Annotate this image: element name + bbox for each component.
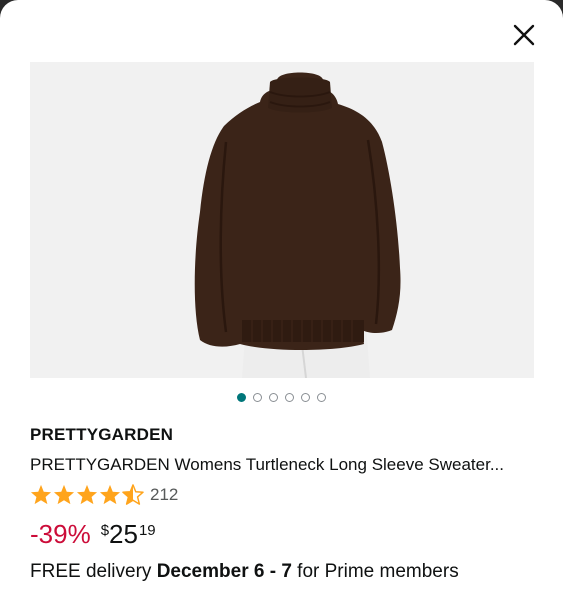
price: $ 25 19 <box>101 518 156 547</box>
delivery-prefix: FREE delivery <box>30 561 157 582</box>
carousel-dot-1[interactable] <box>237 393 246 402</box>
carousel-dot-5[interactable] <box>301 393 310 402</box>
product-image[interactable] <box>30 62 534 378</box>
product-title[interactable]: PRETTYGARDEN Womens Turtleneck Long Slee… <box>30 455 540 475</box>
delivery-dates: December 6 - 7 <box>156 561 292 582</box>
carousel-dot-3[interactable] <box>269 393 278 402</box>
carousel-dot-6[interactable] <box>317 393 326 402</box>
rating-count[interactable]: 212 <box>150 485 178 505</box>
star-icon <box>30 484 52 505</box>
price-currency: $ <box>100 522 110 539</box>
star-rating <box>30 484 144 505</box>
sweater-illustration <box>194 72 401 378</box>
carousel-dot-2[interactable] <box>253 393 262 402</box>
image-carousel-indicator <box>0 393 563 405</box>
delivery-suffix: for Prime members <box>291 561 459 582</box>
rating-row[interactable]: 212 <box>30 484 178 505</box>
close-button[interactable] <box>507 18 541 52</box>
discount-percent: -39% <box>30 519 91 549</box>
price-fraction: 19 <box>138 522 156 539</box>
delivery-info: FREE delivery December 6 - 7 for Prime m… <box>30 561 459 583</box>
price-row: -39% $ 25 19 <box>30 518 156 550</box>
product-quick-view-sheet: PRETTYGARDEN PRETTYGARDEN Womens Turtlen… <box>0 0 563 600</box>
star-icon <box>99 484 121 505</box>
product-brand: PRETTYGARDEN <box>30 425 174 444</box>
half-star-icon <box>122 484 144 505</box>
star-icon <box>53 484 75 505</box>
carousel-dot-4[interactable] <box>285 393 294 402</box>
close-icon <box>513 24 535 46</box>
star-icon <box>76 484 98 505</box>
price-whole: 25 <box>109 519 138 549</box>
